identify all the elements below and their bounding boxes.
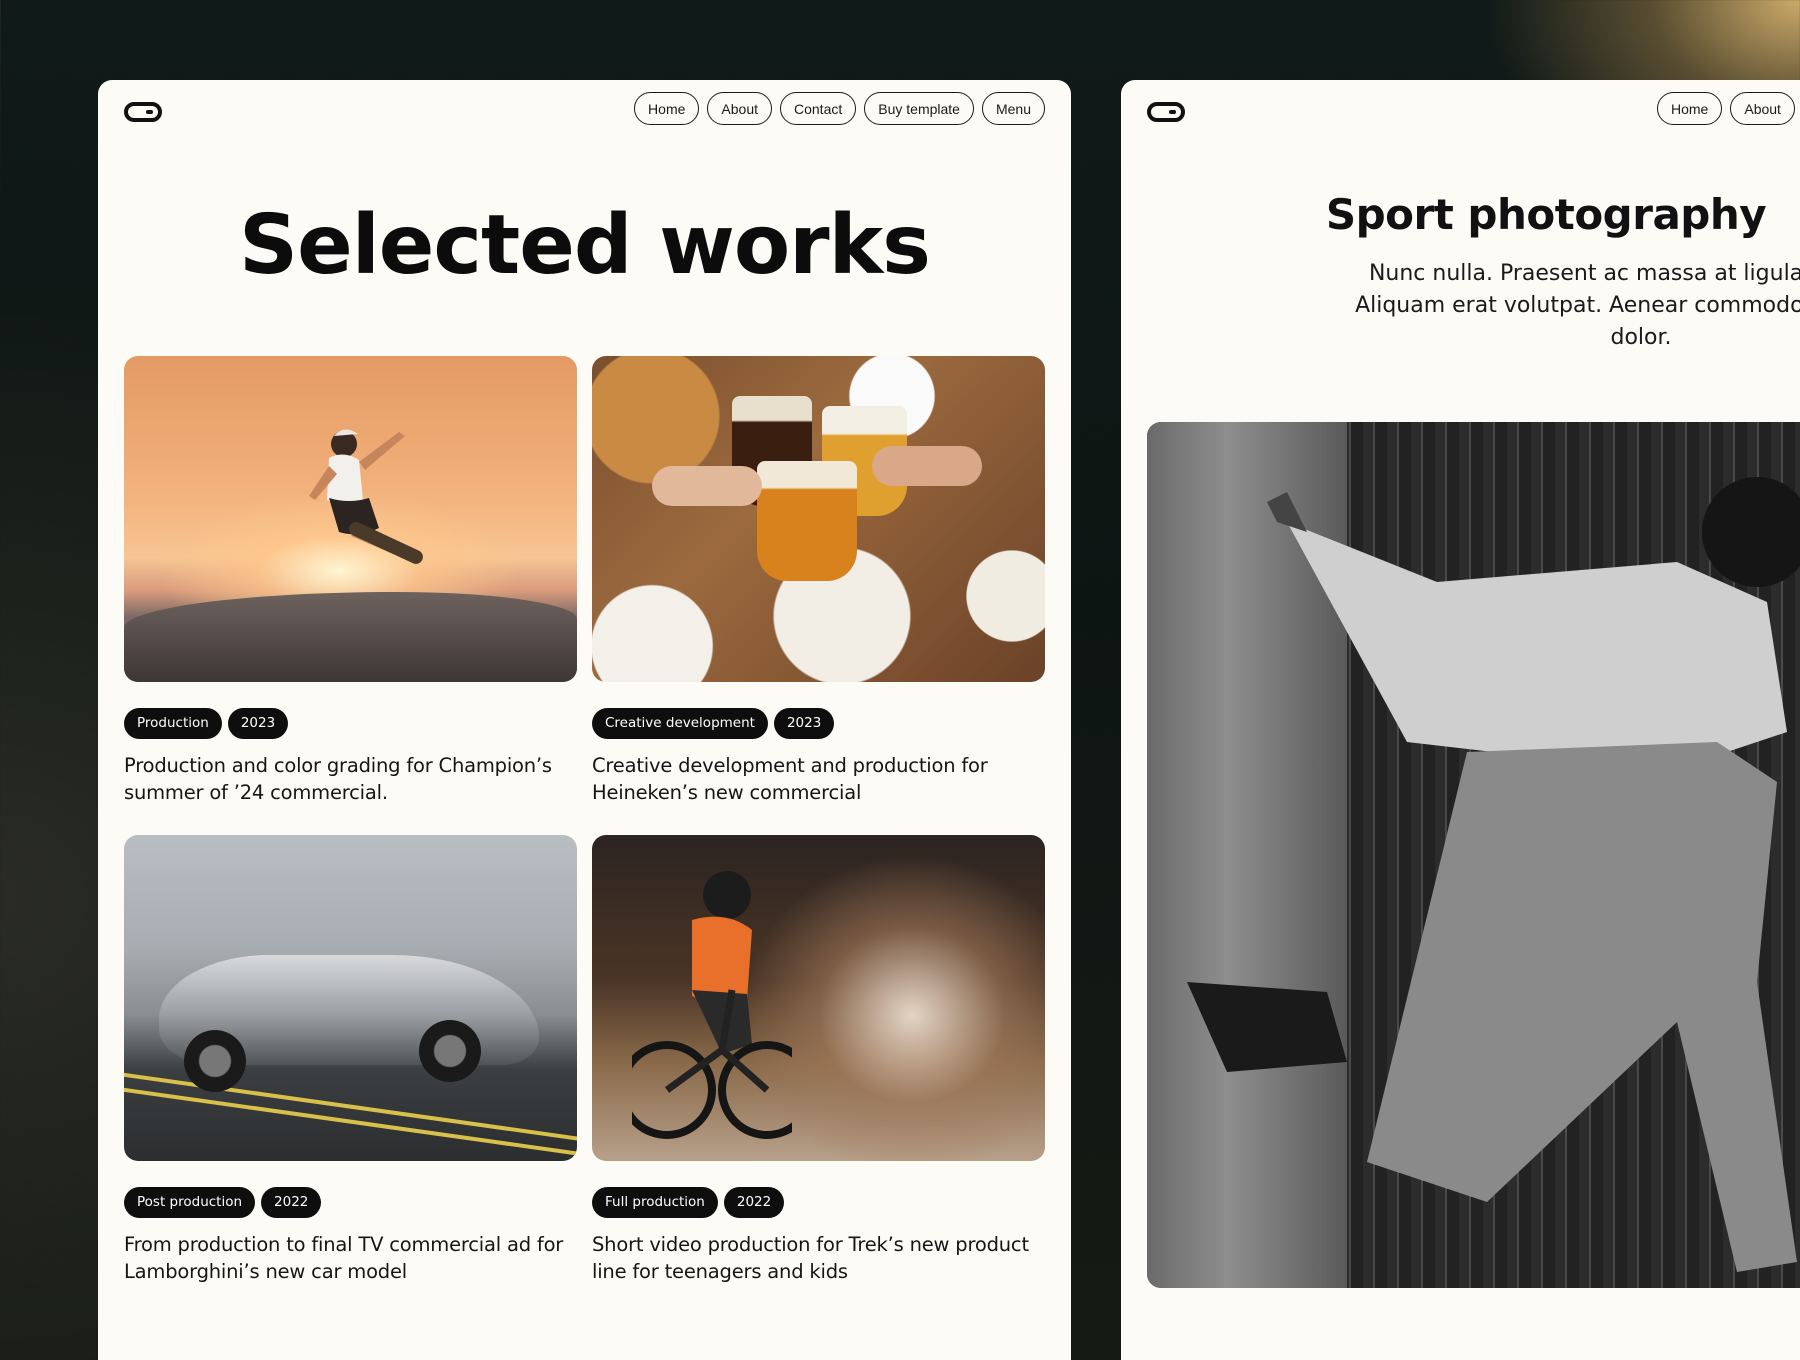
year-tag[interactable]: 2023 — [773, 708, 835, 739]
work-image-biker[interactable] — [592, 835, 1045, 1161]
nav-menu-button[interactable]: Menu — [981, 92, 1045, 125]
jumping-person-figure-icon — [1187, 477, 1800, 1272]
portfolio-window-selected-works: Home About Contact Buy template Menu Sel… — [98, 80, 1071, 1360]
work-card-skate[interactable]: Production 2023 Production and color gra… — [124, 356, 577, 806]
work-description[interactable]: Short video production for Trek’s new pr… — [592, 1231, 1045, 1285]
category-tag[interactable]: Post production — [124, 1187, 256, 1218]
work-card-bike[interactable]: Full production 2022 Short video product… — [592, 835, 1045, 1285]
work-tags: Full production 2022 — [592, 1187, 1045, 1218]
nav-buy-template-button[interactable]: Buy template — [864, 92, 974, 125]
skater-figure-icon — [309, 429, 423, 564]
section-title: Sport photography — [1325, 190, 1767, 239]
work-description[interactable]: Production and color grading for Champio… — [124, 752, 577, 806]
category-tag[interactable]: Full production — [592, 1187, 718, 1218]
work-card-car[interactable]: Post production 2022 From production to … — [124, 835, 577, 1285]
work-card-beer[interactable]: Creative development 2023 Creative devel… — [592, 356, 1045, 806]
nav-home-button[interactable]: Home — [634, 92, 700, 125]
work-description[interactable]: Creative development and production for … — [592, 752, 1045, 806]
work-image-skater[interactable] — [124, 356, 577, 682]
biker-figure-icon — [632, 871, 792, 1139]
nav-about-button[interactable]: About — [707, 92, 772, 125]
top-nav: Home About — [1657, 92, 1795, 125]
portfolio-window-sport-photography: Home About Sport photography Nunc nulla.… — [1121, 80, 1800, 1360]
work-image-car[interactable] — [124, 835, 577, 1161]
nav-about-button[interactable]: About — [1730, 92, 1795, 125]
sport-photo-image[interactable] — [1147, 422, 1800, 1288]
category-tag[interactable]: Creative development — [592, 708, 768, 739]
page-title: Selected works — [239, 198, 931, 293]
year-tag[interactable]: 2023 — [227, 708, 289, 739]
year-tag[interactable]: 2022 — [261, 1187, 322, 1218]
nav-home-button[interactable]: Home — [1657, 92, 1723, 125]
brand-logo-icon[interactable] — [124, 102, 162, 122]
section-text: Nunc nulla. Praesent ac massa at ligula … — [1355, 261, 1800, 350]
top-nav: Home About Contact Buy template Menu — [634, 92, 1045, 125]
nav-contact-button[interactable]: Contact — [780, 92, 857, 125]
work-description[interactable]: From production to final TV commercial a… — [124, 1231, 577, 1285]
category-tag[interactable]: Production — [124, 708, 222, 739]
brand-logo-icon[interactable] — [1147, 102, 1185, 122]
year-tag[interactable]: 2022 — [723, 1187, 785, 1218]
work-tags: Creative development 2023 — [592, 708, 1045, 739]
work-tags: Production 2023 — [124, 708, 577, 739]
work-tags: Post production 2022 — [124, 1187, 577, 1218]
work-image-beers[interactable] — [592, 356, 1045, 682]
